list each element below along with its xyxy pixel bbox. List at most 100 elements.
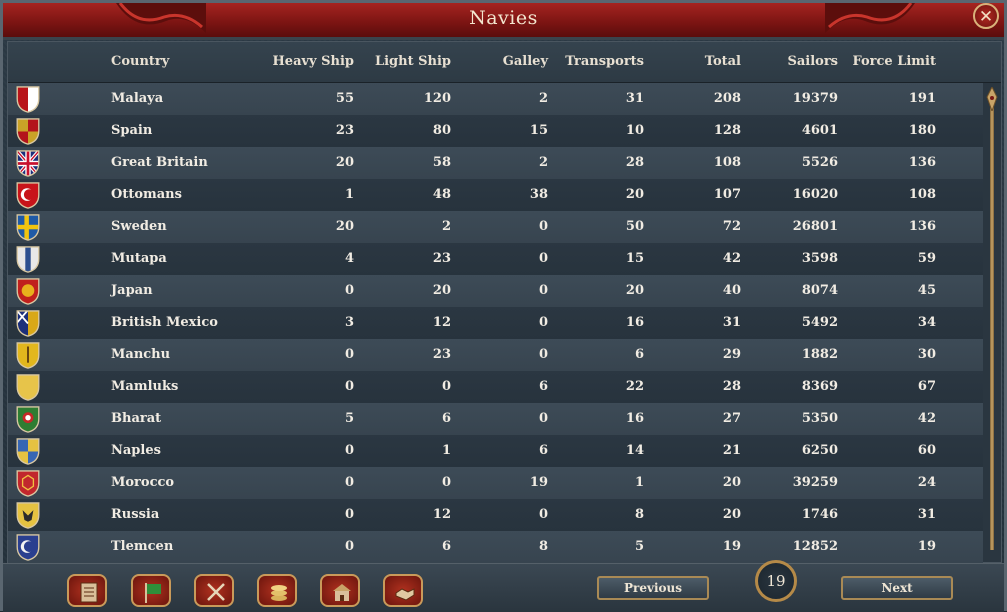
cell-light: 12 (432, 315, 451, 330)
close-button[interactable]: ✕ (973, 3, 999, 29)
scroll-track[interactable] (990, 105, 994, 550)
col-transports[interactable]: Transports (553, 54, 644, 69)
cell-heavy: 0 (344, 539, 354, 554)
cell-transports: 14 (625, 443, 644, 458)
col-heavy-ship[interactable]: Heavy Ship (258, 54, 354, 69)
coins-button[interactable] (257, 574, 297, 607)
crossed-swords-button[interactable] (194, 574, 234, 607)
table-row[interactable]: Mutapa 4 23 0 15 42 3598 59 (8, 243, 983, 275)
cell-transports: 16 (625, 315, 644, 330)
cell-heavy: 0 (344, 347, 354, 362)
country-name[interactable]: Bharat (111, 411, 161, 426)
cell-sailors: 3598 (801, 251, 838, 266)
country-name[interactable]: Ottomans (111, 187, 182, 202)
crossed-swords-icon (207, 583, 225, 601)
country-name[interactable]: Russia (111, 507, 159, 522)
col-country[interactable]: Country (111, 54, 169, 69)
table-row[interactable]: Naples 0 1 6 14 21 6250 60 (8, 435, 983, 467)
cell-light: 120 (423, 91, 451, 106)
country-name[interactable]: Manchu (111, 347, 170, 362)
col-total[interactable]: Total (648, 54, 741, 69)
country-name[interactable]: Morocco (111, 475, 174, 490)
table-row[interactable]: Morocco 0 0 19 1 20 39259 24 (8, 467, 983, 499)
cell-light: 0 (441, 475, 451, 490)
cell-light: 6 (441, 539, 451, 554)
table-row[interactable]: British Mexico 3 12 0 16 31 5492 34 (8, 307, 983, 339)
cell-galley: 0 (538, 315, 548, 330)
cell-transports: 15 (625, 251, 644, 266)
handshake-icon (395, 588, 415, 601)
close-icon: ✕ (978, 7, 994, 27)
col-sailors[interactable]: Sailors (743, 54, 838, 69)
cell-total: 31 (722, 315, 741, 330)
cell-galley: 6 (538, 443, 548, 458)
cell-light: 80 (432, 123, 451, 138)
scrollbar[interactable] (986, 87, 998, 555)
table-row[interactable]: Mamluks 0 0 6 22 28 8369 67 (8, 371, 983, 403)
country-name[interactable]: British Mexico (111, 315, 218, 330)
table-row[interactable]: Manchu 0 23 0 6 29 1882 30 (8, 339, 983, 371)
cell-force-limit: 108 (908, 187, 936, 202)
scroll-thumb-icon[interactable] (986, 87, 998, 111)
cell-sailors: 16020 (792, 187, 838, 202)
country-name[interactable]: Mutapa (111, 251, 167, 266)
cell-galley: 19 (529, 475, 548, 490)
cell-force-limit: 24 (917, 475, 936, 490)
cell-force-limit: 136 (908, 219, 936, 234)
cell-heavy: 1 (344, 187, 354, 202)
table-row[interactable]: Great Britain 20 58 2 28 108 5526 136 (8, 147, 983, 179)
col-force-limit[interactable]: Force Limit (846, 54, 936, 69)
ledger-button[interactable] (67, 574, 107, 607)
cell-galley: 0 (538, 219, 548, 234)
country-name[interactable]: Sweden (111, 219, 167, 234)
cell-transports: 22 (625, 379, 644, 394)
col-light-ship[interactable]: Light Ship (358, 54, 451, 69)
table-row[interactable]: Tlemcen 0 6 8 5 19 12852 19 (8, 531, 983, 563)
table-row[interactable]: Japan 0 20 0 20 40 8074 45 (8, 275, 983, 307)
cell-sailors: 1746 (801, 507, 838, 522)
cell-heavy: 0 (344, 475, 354, 490)
cell-force-limit: 30 (917, 347, 936, 362)
country-name[interactable]: Spain (111, 123, 152, 138)
building-icon (333, 584, 351, 601)
cell-force-limit: 34 (917, 315, 936, 330)
cell-heavy: 3 (344, 315, 354, 330)
previous-button[interactable]: Previous (597, 576, 709, 600)
navies-window: Navies ✕ Country Heavy Ship Light Ship G… (0, 0, 1007, 612)
cell-light: 12 (432, 507, 451, 522)
country-name[interactable]: Tlemcen (111, 539, 173, 554)
handshake-button[interactable] (383, 574, 423, 607)
page-number: 19 (755, 560, 797, 602)
bottom-bar: Previous 19 Next (3, 560, 1004, 612)
cell-total: 19 (722, 539, 741, 554)
cell-galley: 8 (538, 539, 548, 554)
title-bar: Navies ✕ (3, 3, 1004, 40)
col-galley[interactable]: Galley (458, 54, 548, 69)
building-button[interactable] (320, 574, 360, 607)
cell-transports: 8 (634, 507, 644, 522)
flag-button[interactable] (131, 574, 171, 607)
table-row[interactable]: Ottomans 1 48 38 20 107 16020 108 (8, 179, 983, 211)
cell-heavy: 55 (335, 91, 354, 106)
table-row[interactable]: Sweden 20 2 0 50 72 26801 136 (8, 211, 983, 243)
country-name[interactable]: Japan (111, 283, 153, 298)
country-name[interactable]: Mamluks (111, 379, 178, 394)
country-name[interactable]: Naples (111, 443, 161, 458)
cell-force-limit: 60 (917, 443, 936, 458)
cell-sailors: 5526 (801, 155, 838, 170)
table-row[interactable]: Spain 23 80 15 10 128 4601 180 (8, 115, 983, 147)
cell-sailors: 19379 (792, 91, 838, 106)
country-name[interactable]: Malaya (111, 91, 163, 106)
cell-heavy: 20 (335, 219, 354, 234)
cell-galley: 6 (538, 379, 548, 394)
country-name[interactable]: Great Britain (111, 155, 208, 170)
table-row[interactable]: Bharat 5 6 0 16 27 5350 42 (8, 403, 983, 435)
cell-sailors: 5350 (801, 411, 838, 426)
cell-sailors: 12852 (792, 539, 838, 554)
cell-force-limit: 31 (917, 507, 936, 522)
cell-heavy: 23 (335, 123, 354, 138)
table-row[interactable]: Russia 0 12 0 8 20 1746 31 (8, 499, 983, 531)
table-row[interactable]: Malaya 55 120 2 31 208 19379 191 (8, 83, 983, 115)
cell-total: 40 (722, 283, 741, 298)
next-button[interactable]: Next (841, 576, 953, 600)
